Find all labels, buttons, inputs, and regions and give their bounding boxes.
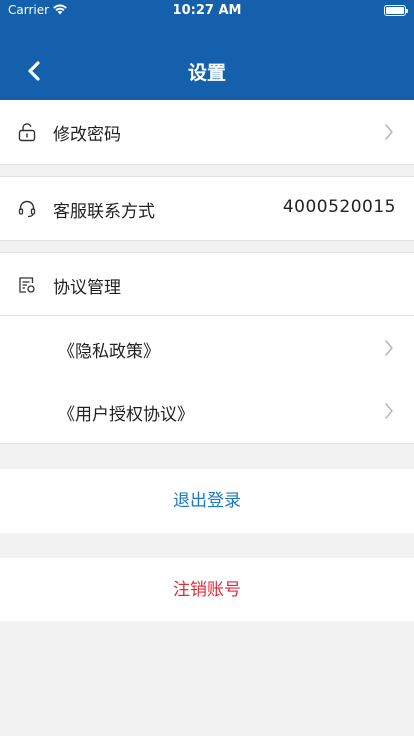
- logout-button[interactable]: 退出登录: [0, 469, 414, 533]
- clock: 10:27 AM: [172, 3, 242, 18]
- customer-service-row[interactable]: 客服联系方式 4000520015: [0, 177, 414, 240]
- change-password-row[interactable]: 修改密码: [0, 100, 414, 164]
- customer-service-label: 客服联系方式: [53, 202, 155, 222]
- status-bar: Carrier 10:27 AM: [0, 0, 414, 22]
- customer-service-phone[interactable]: 4000520015: [283, 197, 396, 217]
- change-password-label: 修改密码: [53, 125, 121, 145]
- headset-icon: [18, 200, 36, 218]
- divider: [0, 240, 414, 241]
- chevron-right-icon: [385, 403, 393, 419]
- delete-account-button[interactable]: 注销账号: [0, 558, 414, 621]
- divider: [0, 164, 414, 165]
- user-authorization-agreement-row[interactable]: 《用户授权协议》: [0, 380, 414, 443]
- battery-icon: [384, 5, 408, 16]
- delete-account-label: 注销账号: [173, 580, 241, 600]
- document-icon: [19, 277, 35, 293]
- navigation-bar: Carrier 10:27 AM 设置: [0, 0, 414, 100]
- privacy-policy-label: 《隐私政策》: [58, 342, 160, 362]
- chevron-right-icon: [385, 340, 393, 356]
- privacy-policy-row[interactable]: 《隐私政策》: [0, 316, 414, 380]
- logout-label: 退出登录: [173, 491, 241, 511]
- page-title: 设置: [187, 62, 226, 84]
- chevron-right-icon: [385, 124, 393, 140]
- agreement-management-row: 协议管理: [0, 253, 414, 315]
- agreement-management-label: 协议管理: [53, 278, 121, 298]
- user-authorization-agreement-label: 《用户授权协议》: [58, 405, 194, 425]
- lock-icon: [18, 123, 36, 142]
- divider: [0, 443, 414, 444]
